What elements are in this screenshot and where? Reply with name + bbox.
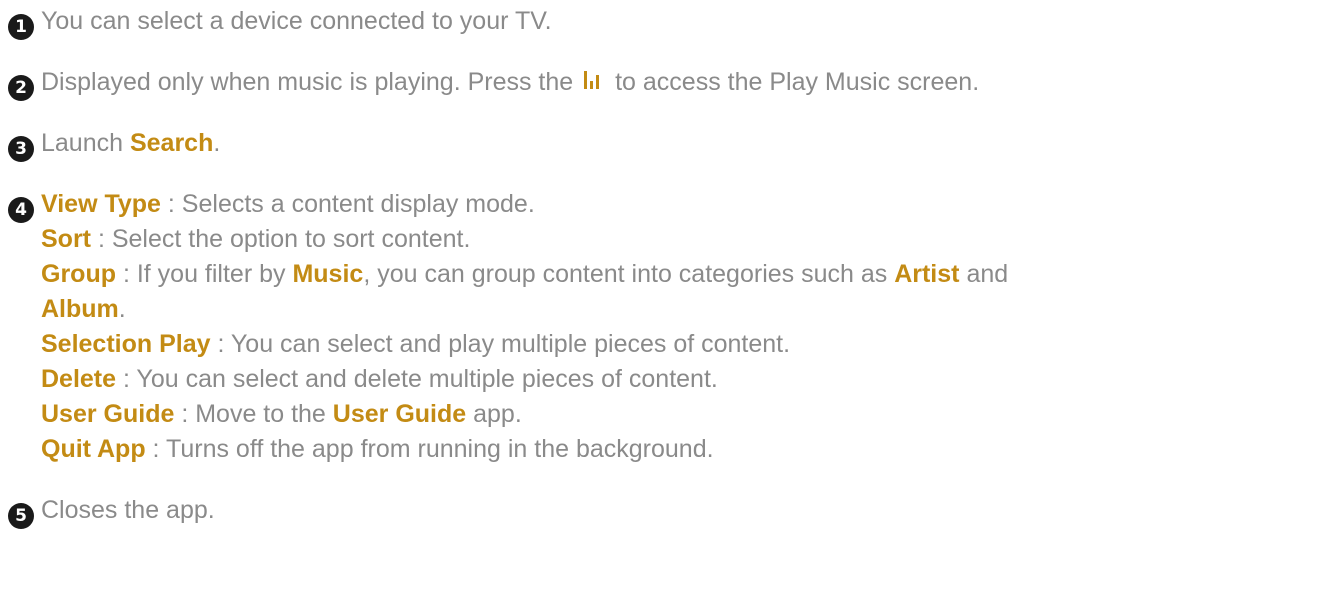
keyword-user-guide: User Guide <box>41 400 175 428</box>
list-item: 3 Launch Search. <box>8 126 220 162</box>
number-badge: 4 <box>8 197 34 223</box>
item-text: : Select the option to sort content. <box>91 225 471 253</box>
item-text: : If you filter by <box>116 260 293 288</box>
sub-entry-quit-app: Quit App : Turns off the app from runnin… <box>41 432 714 467</box>
keyword-search: Search <box>129 129 214 157</box>
keyword-album: Album <box>41 295 119 323</box>
user-guide-list: 1 You can select a device connected to yo… <box>0 0 1323 591</box>
item-text: , you can group content into categories … <box>363 260 895 288</box>
item-text: to access the Play Music screen. <box>615 68 980 96</box>
keyword-sort: Sort <box>41 225 91 253</box>
list-item: 2 Displayed only when music is playing. P… <box>8 65 979 101</box>
sub-entry-group: Group : If you filter by Music, you can … <box>41 257 1008 292</box>
keyword-music: Music <box>292 260 364 288</box>
item-text: : Turns off the app from running in the … <box>145 435 714 463</box>
sub-entry-sort: Sort : Select the option to sort content… <box>41 222 470 257</box>
list-item: 5 Closes the app. <box>8 493 215 529</box>
sub-entry-selection-play: Selection Play : You can select and play… <box>41 327 790 362</box>
number-badge: 5 <box>8 503 34 529</box>
keyword-view-type: View Type <box>41 190 161 218</box>
item-text: : You can select and delete multiple pie… <box>116 365 718 393</box>
item-text: app. <box>466 400 522 428</box>
item-text: You can select a device connected to you… <box>41 7 552 35</box>
sub-entry-user-guide: User Guide : Move to the User Guide app. <box>41 397 522 432</box>
item-text: Launch <box>41 129 130 157</box>
item-text: and <box>959 260 1009 288</box>
list-item: 1 You can select a device connected to yo… <box>8 4 552 40</box>
item-text: : Move to the <box>174 400 333 428</box>
item-text: . <box>118 295 126 323</box>
item-text: . <box>213 129 221 157</box>
item-text: : You can select and play multiple piece… <box>210 330 791 358</box>
list-item: 4 View Type : Selects a content display m… <box>8 187 535 223</box>
item-text: Closes the app. <box>41 496 215 524</box>
music-bars-icon <box>584 71 600 89</box>
item-text: Displayed only when music is playing. Pr… <box>41 68 574 96</box>
number-badge: 1 <box>8 14 34 40</box>
keyword-user-guide-app: User Guide <box>332 400 467 428</box>
keyword-quit-app: Quit App <box>41 435 146 463</box>
number-badge: 2 <box>8 75 34 101</box>
keyword-artist: Artist <box>894 260 960 288</box>
item-text: : Selects a content display mode. <box>160 190 535 218</box>
number-badge: 3 <box>8 136 34 162</box>
keyword-group: Group <box>41 260 116 288</box>
keyword-selection-play: Selection Play <box>41 330 211 358</box>
sub-entry-group-cont: Album. <box>41 292 126 327</box>
keyword-delete: Delete <box>41 365 117 393</box>
sub-entry-delete: Delete : You can select and delete multi… <box>41 362 718 397</box>
